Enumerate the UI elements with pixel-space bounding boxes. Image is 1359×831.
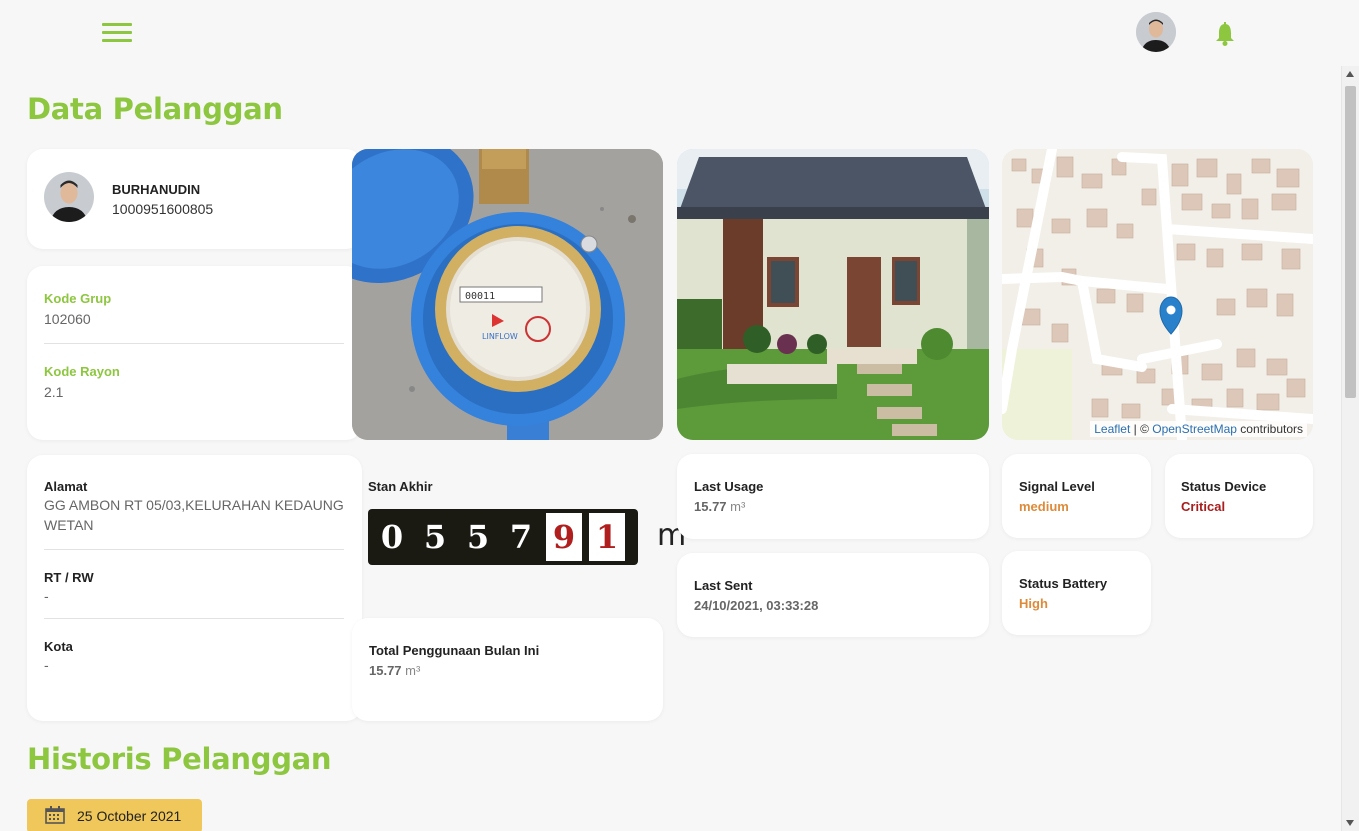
- odometer-digit-decimal: 9: [546, 513, 582, 561]
- total-usage-value: 15.77: [369, 663, 402, 678]
- divider: [44, 618, 344, 619]
- status-device-card: Status Device Critical: [1165, 454, 1313, 538]
- status-device-value: Critical: [1181, 499, 1226, 514]
- location-map[interactable]: Leaflet | © OpenStreetMap contributors: [1002, 149, 1313, 440]
- scrollbar-thumb[interactable]: [1345, 86, 1356, 398]
- kode-grup-value: 102060: [44, 311, 91, 327]
- hamburger-menu-icon[interactable]: [102, 23, 132, 45]
- odometer-digit: 5: [466, 518, 490, 556]
- section-title-data-pelanggan: Data Pelanggan: [27, 92, 283, 126]
- house-photo: [677, 149, 989, 440]
- rtrw-label: RT / RW: [44, 570, 94, 585]
- rtrw-value: -: [44, 588, 49, 604]
- section-title-historis-pelanggan: Historis Pelanggan: [27, 742, 332, 776]
- total-usage-card: Total Penggunaan Bulan Ini 15.77 m³: [352, 618, 663, 721]
- date-picker-button[interactable]: 25 October 2021: [27, 799, 202, 831]
- kode-rayon-label: Kode Rayon: [44, 364, 120, 379]
- status-battery-card: Status Battery High: [1002, 551, 1151, 635]
- odometer-digit-decimal: 1: [589, 513, 625, 561]
- last-sent-card: Last Sent 24/10/2021, 03:33:28: [677, 553, 989, 637]
- divider: [44, 549, 344, 550]
- scroll-up-arrow-icon[interactable]: [1346, 71, 1354, 77]
- customer-id: 1000951600805: [112, 201, 214, 217]
- total-usage-label: Total Penggunaan Bulan Ini: [369, 643, 540, 658]
- customer-card: BURHANUDIN 1000951600805: [27, 149, 362, 249]
- page-scrollbar[interactable]: [1341, 66, 1359, 831]
- kota-label: Kota: [44, 639, 73, 654]
- signal-level-card: Signal Level medium: [1002, 454, 1151, 538]
- svg-text:00011: 00011: [465, 291, 495, 302]
- signal-level-label: Signal Level: [1019, 479, 1095, 494]
- alamat-label: Alamat: [44, 479, 88, 494]
- status-battery-label: Status Battery: [1019, 576, 1108, 591]
- odometer-digit: 5: [423, 518, 447, 556]
- map-attribution: Leaflet | © OpenStreetMap contributors: [1090, 421, 1307, 437]
- signal-level-value: medium: [1019, 499, 1069, 514]
- scroll-down-arrow-icon[interactable]: [1346, 820, 1354, 826]
- attribution-separator: | ©: [1130, 422, 1153, 436]
- last-usage-value: 15.77: [694, 499, 727, 514]
- meter-odometer: 0 5 5 7 9 1: [368, 509, 638, 565]
- water-meter-photo: 00011 LINFLOW: [352, 149, 663, 440]
- last-usage-label: Last Usage: [694, 479, 764, 494]
- last-sent-label: Last Sent: [694, 578, 753, 593]
- top-bar: [0, 0, 1359, 66]
- kode-rayon-value: 2.1: [44, 384, 64, 400]
- openstreetmap-link[interactable]: OpenStreetMap: [1152, 422, 1237, 436]
- calendar-icon: [45, 805, 65, 827]
- group-card: Kode Grup 102060 Kode Rayon 2.1: [27, 266, 362, 440]
- address-card: Alamat GG AMBON RT 05/03,KELURAHAN KEDAU…: [27, 455, 362, 721]
- status-battery-value: High: [1019, 596, 1048, 611]
- kota-value: -: [44, 657, 49, 673]
- customer-name: BURHANUDIN: [112, 182, 201, 197]
- odometer-digit: 0: [380, 518, 404, 556]
- kode-grup-label: Kode Grup: [44, 291, 112, 306]
- last-usage-card: Last Usage 15.77 m³: [677, 454, 989, 539]
- user-avatar[interactable]: [1136, 12, 1176, 52]
- last-usage-unit: m³: [730, 499, 746, 514]
- alamat-value: GG AMBON RT 05/03,KELURAHAN KEDAUNG WETA…: [44, 497, 344, 533]
- svg-text:LINFLOW: LINFLOW: [482, 332, 518, 341]
- customer-avatar: [44, 172, 94, 222]
- stan-akhir-label: Stan Akhir: [368, 479, 433, 494]
- leaflet-link[interactable]: Leaflet: [1094, 422, 1130, 436]
- last-sent-value: 24/10/2021, 03:33:28: [694, 598, 819, 613]
- total-usage-unit: m³: [405, 663, 421, 678]
- date-picker-value: 25 October 2021: [77, 808, 182, 824]
- status-device-label: Status Device: [1181, 479, 1267, 494]
- bell-icon[interactable]: [1214, 22, 1236, 46]
- divider: [44, 343, 344, 344]
- odometer-digit: 7: [509, 518, 533, 556]
- attribution-contributors: contributors: [1236, 422, 1303, 436]
